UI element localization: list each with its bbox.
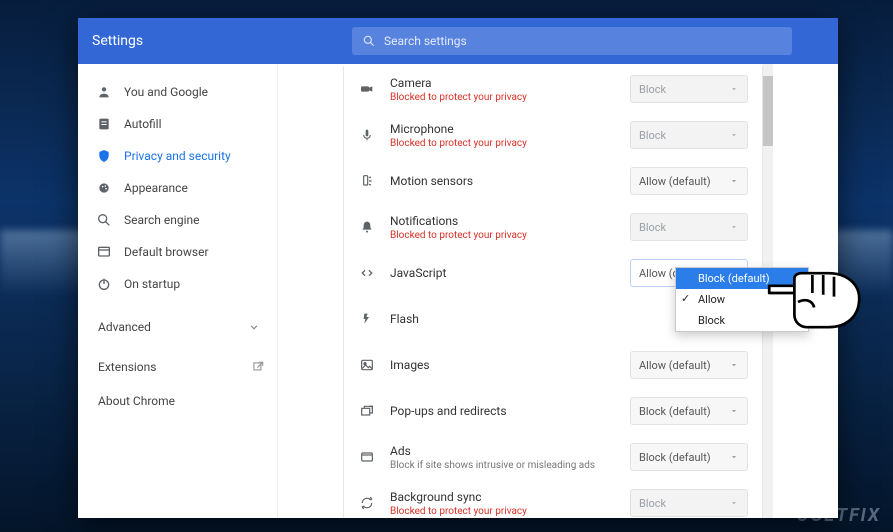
power-icon <box>96 276 112 292</box>
permission-row-motion-sensors[interactable]: Motion sensors Allow (default) <box>344 158 762 204</box>
permission-row-popups[interactable]: Pop-ups and redirects Block (default) <box>344 388 762 434</box>
sidebar-item-label: Default browser <box>124 245 209 259</box>
sidebar-item-label: Search engine <box>124 213 199 227</box>
permission-row-notifications[interactable]: Notifications Blocked to protect your pri… <box>344 204 762 250</box>
microphone-icon <box>358 126 376 144</box>
person-icon <box>96 84 112 100</box>
camera-icon <box>358 80 376 98</box>
permission-title: Images <box>390 358 616 372</box>
permission-select-popups[interactable]: Block (default) <box>630 397 748 425</box>
chevron-down-icon <box>247 320 261 334</box>
chevron-down-icon <box>729 360 739 370</box>
permission-title: Microphone <box>390 122 616 136</box>
permission-title: JavaScript <box>390 266 616 280</box>
sync-icon <box>358 494 376 512</box>
permission-select-camera[interactable]: Block <box>630 75 748 103</box>
dropdown-option-block-default[interactable]: Block (default) <box>676 268 808 289</box>
permission-row-background-sync[interactable]: Background sync Blocked to protect your p… <box>344 480 762 518</box>
permission-select-ads[interactable]: Block (default) <box>630 443 748 471</box>
sidebar-item-appearance[interactable]: Appearance <box>86 172 277 204</box>
flash-icon <box>358 310 376 328</box>
javascript-dropdown-menu: Block (default) ✓Allow Block <box>675 267 809 332</box>
permission-title: Notifications <box>390 214 616 228</box>
shield-icon <box>96 148 112 164</box>
permission-title: Ads <box>390 444 616 458</box>
bell-icon <box>358 218 376 236</box>
scrollbar-thumb[interactable] <box>763 76 773 146</box>
permission-row-images[interactable]: Images Allow (default) <box>344 342 762 388</box>
browser-icon <box>96 244 112 260</box>
desktop-background: UGETFIX Settings You and Google Autofill <box>0 0 893 532</box>
chevron-down-icon <box>729 176 739 186</box>
chevron-down-icon <box>729 130 739 140</box>
sidebar-item-privacy-and-security[interactable]: Privacy and security <box>86 140 277 172</box>
appearance-icon <box>96 180 112 196</box>
permission-title: Flash <box>390 312 616 326</box>
permission-title: Camera <box>390 76 616 90</box>
sidebar-item-search-engine[interactable]: Search engine <box>86 204 277 236</box>
chevron-down-icon <box>729 406 739 416</box>
extensions-label: Extensions <box>98 360 156 374</box>
about-label: About Chrome <box>98 394 175 408</box>
chevron-down-icon <box>729 452 739 462</box>
chevron-down-icon <box>729 84 739 94</box>
advanced-label: Advanced <box>98 320 151 334</box>
dropdown-option-allow[interactable]: ✓Allow <box>676 289 808 310</box>
permission-select-images[interactable]: Allow (default) <box>630 351 748 379</box>
permission-select-notifications[interactable]: Block <box>630 213 748 241</box>
sidebar-item-label: You and Google <box>124 85 208 99</box>
sidebar: You and Google Autofill Privacy and secu… <box>78 64 278 518</box>
permission-select-background-sync[interactable]: Block <box>630 489 748 517</box>
permission-subtitle: Blocked to protect your privacy <box>390 92 616 103</box>
search-field[interactable] <box>352 27 792 55</box>
permission-select-microphone[interactable]: Block <box>630 121 748 149</box>
javascript-icon <box>358 264 376 282</box>
permission-row-camera[interactable]: Camera Blocked to protect your privacy Bl… <box>344 66 762 112</box>
sidebar-item-label: Privacy and security <box>124 149 231 163</box>
sidebar-item-default-browser[interactable]: Default browser <box>86 236 277 268</box>
ads-icon <box>358 448 376 466</box>
permission-subtitle: Blocked to protect your privacy <box>390 506 616 517</box>
search-input[interactable] <box>384 34 782 48</box>
autofill-icon <box>96 116 112 132</box>
permission-subtitle: Block if site shows intrusive or mislead… <box>390 460 616 471</box>
sidebar-item-on-startup[interactable]: On startup <box>86 268 277 300</box>
header-bar: Settings <box>78 18 838 64</box>
external-link-icon <box>251 360 265 374</box>
search-engine-icon <box>96 212 112 228</box>
search-icon <box>362 34 376 48</box>
sidebar-item-autofill[interactable]: Autofill <box>86 108 277 140</box>
sidebar-item-label: Autofill <box>124 117 162 131</box>
images-icon <box>358 356 376 374</box>
permission-row-microphone[interactable]: Microphone Blocked to protect your privac… <box>344 112 762 158</box>
permission-title: Background sync <box>390 490 616 504</box>
permission-title: Pop-ups and redirects <box>390 404 616 418</box>
chevron-down-icon <box>729 222 739 232</box>
permission-subtitle: Blocked to protect your privacy <box>390 230 616 241</box>
motion-sensors-icon <box>358 172 376 190</box>
sidebar-item-label: On startup <box>124 277 180 291</box>
dropdown-option-block[interactable]: Block <box>676 310 808 331</box>
permission-title: Motion sensors <box>390 174 616 188</box>
sidebar-item-about-chrome[interactable]: About Chrome <box>86 384 277 418</box>
popups-icon <box>358 402 376 420</box>
sidebar-advanced-toggle[interactable]: Advanced <box>86 310 277 340</box>
sidebar-item-extensions[interactable]: Extensions <box>86 350 277 384</box>
checkmark-icon: ✓ <box>681 292 690 305</box>
sidebar-item-you-and-google[interactable]: You and Google <box>86 76 277 108</box>
permission-row-ads[interactable]: Ads Block if site shows intrusive or misl… <box>344 434 762 480</box>
permission-subtitle: Blocked to protect your privacy <box>390 138 616 149</box>
permission-select-motion-sensors[interactable]: Allow (default) <box>630 167 748 195</box>
page-title: Settings <box>92 33 352 49</box>
chevron-down-icon <box>729 498 739 508</box>
sidebar-item-label: Appearance <box>124 181 188 195</box>
